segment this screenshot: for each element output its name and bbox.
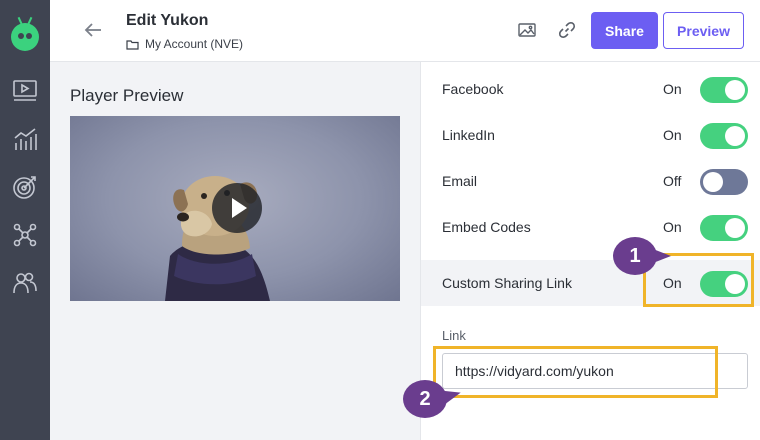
back-arrow-icon[interactable] bbox=[82, 19, 104, 41]
sharing-row-label: Embed Codes bbox=[442, 219, 531, 235]
video-library-icon[interactable] bbox=[12, 78, 38, 104]
users-icon[interactable] bbox=[12, 270, 38, 296]
sharing-row-label: LinkedIn bbox=[442, 127, 495, 143]
vidyard-logo-icon[interactable] bbox=[11, 16, 39, 51]
link-icon[interactable] bbox=[557, 20, 577, 40]
image-icon[interactable] bbox=[517, 20, 537, 40]
player-preview-panel: Player Preview bbox=[50, 62, 420, 440]
email-toggle[interactable] bbox=[700, 169, 748, 195]
breadcrumb[interactable]: My Account (NVE) bbox=[126, 37, 243, 51]
step-badge-1: 1 bbox=[613, 237, 671, 275]
target-icon[interactable] bbox=[12, 174, 38, 200]
preview-button[interactable]: Preview bbox=[663, 12, 744, 49]
step-badge-2: 2 bbox=[403, 380, 447, 418]
embed-codes-toggle[interactable] bbox=[700, 215, 748, 241]
sharing-row-linkedin: LinkedIn On bbox=[421, 112, 760, 158]
highlight-box-link bbox=[433, 346, 718, 398]
sidebar bbox=[0, 0, 50, 440]
sharing-row-label: Custom Sharing Link bbox=[442, 275, 572, 291]
analytics-icon[interactable] bbox=[12, 126, 38, 152]
linkedin-toggle[interactable] bbox=[700, 123, 748, 149]
sharing-row-state: On bbox=[663, 81, 682, 97]
sharing-row-email: Email Off bbox=[421, 158, 760, 204]
sharing-row-embed-codes: Embed Codes On bbox=[421, 204, 760, 250]
folder-icon bbox=[126, 39, 139, 50]
breadcrumb-label: My Account (NVE) bbox=[145, 37, 244, 51]
sharing-row-facebook: Facebook On bbox=[421, 66, 760, 112]
sharing-row-state: On bbox=[663, 127, 682, 143]
page-title: Edit Yukon bbox=[126, 12, 209, 29]
play-button[interactable] bbox=[212, 183, 262, 233]
header: Edit Yukon My Account (NVE) Share Previe… bbox=[50, 0, 760, 62]
network-icon[interactable] bbox=[12, 222, 38, 248]
sharing-row-label: Facebook bbox=[442, 81, 504, 97]
player-preview-title: Player Preview bbox=[70, 86, 184, 105]
sharing-row-state: Off bbox=[663, 173, 682, 189]
link-label: Link bbox=[442, 328, 466, 343]
facebook-toggle[interactable] bbox=[700, 77, 748, 103]
share-button[interactable]: Share bbox=[591, 12, 658, 49]
sharing-row-label: Email bbox=[442, 173, 478, 189]
sharing-row-state: On bbox=[663, 219, 682, 235]
video-thumbnail[interactable] bbox=[70, 116, 400, 301]
